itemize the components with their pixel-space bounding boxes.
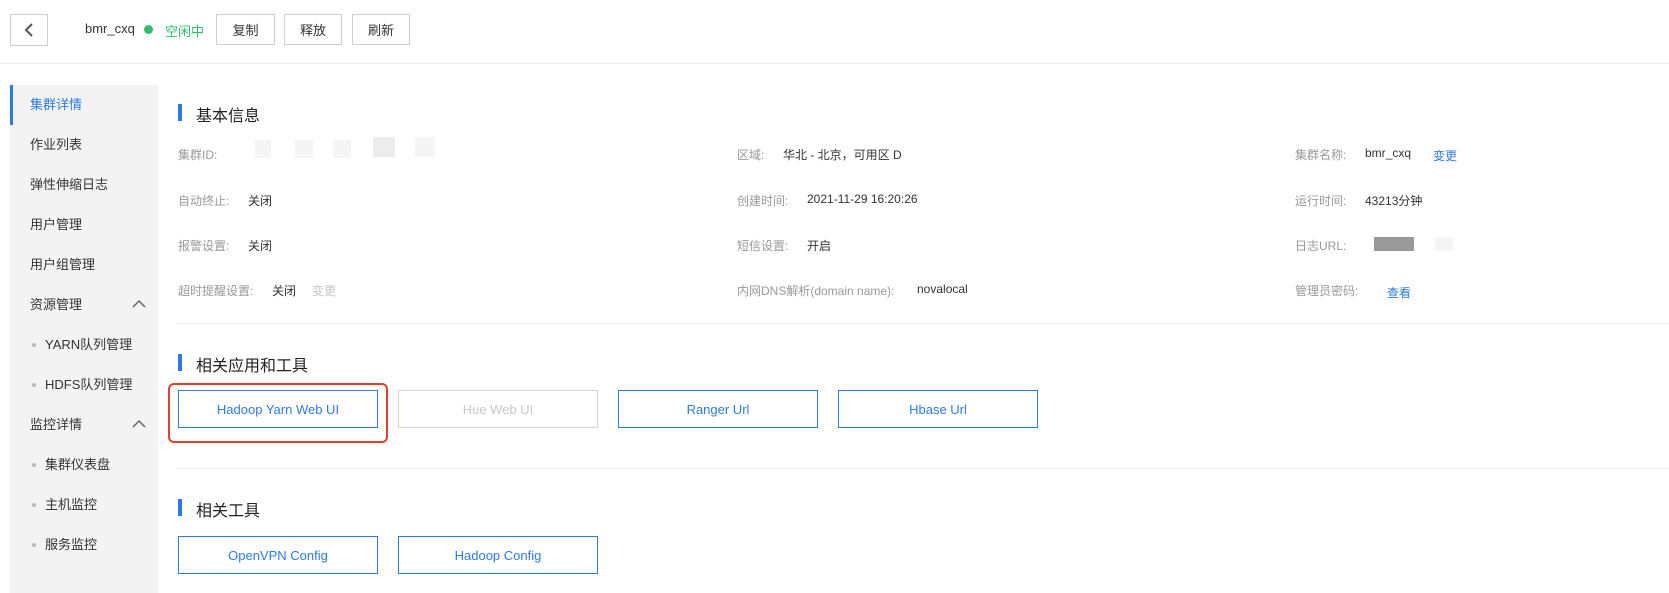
field-cluster-name: 集群名称: bmr_cxq 变更 <box>1295 146 1457 163</box>
field-runtime: 运行时间: 43213分钟 <box>1295 192 1422 209</box>
field-label: 创建时间: <box>737 194 789 208</box>
sidebar-item-label: 服务监控 <box>45 537 98 552</box>
sidebar-item-resource-management[interactable]: 资源管理 <box>10 285 158 325</box>
bullet-icon <box>32 383 36 387</box>
field-created-time: 创建时间: 2021-11-29 16:20:26 <box>737 192 918 209</box>
sidebar-item-label: YARN队列管理 <box>45 337 133 352</box>
field-sms-settings: 短信设置: 开启 <box>737 237 831 254</box>
field-value: 华北 - 北京，可用区 D <box>783 148 902 162</box>
page-header: bmr_cxq 空闲中 复制 释放 刷新 <box>0 0 1669 64</box>
field-label: 集群名称: <box>1295 148 1347 162</box>
ranger-url-button[interactable]: Ranger Url <box>618 390 818 428</box>
bullet-icon <box>32 463 36 467</box>
field-auto-stop: 自动终止: 关闭 <box>178 192 272 209</box>
sidebar-item-monitoring-details[interactable]: 监控详情 <box>10 405 158 445</box>
section-title-basic-info: 基本信息 <box>178 102 260 126</box>
sidebar-item-cluster-details[interactable]: 集群详情 <box>10 85 158 125</box>
chevron-up-icon <box>132 299 146 308</box>
field-value: novalocal <box>917 282 968 296</box>
view-password-link[interactable]: 查看 <box>1387 284 1411 301</box>
field-value: 43213分钟 <box>1365 194 1423 208</box>
field-value: 开启 <box>807 239 832 253</box>
hadoop-yarn-web-ui-button[interactable]: Hadoop Yarn Web UI <box>178 390 378 428</box>
hadoop-config-button[interactable]: Hadoop Config <box>398 536 598 574</box>
field-label: 日志URL: <box>1295 239 1347 253</box>
change-cluster-name-link[interactable]: 变更 <box>1433 147 1457 164</box>
sidebar-item-hdfs-queue[interactable]: HDFS队列管理 <box>10 365 158 405</box>
section-title-related-tools: 相关工具 <box>178 497 260 521</box>
field-label: 内网DNS解析(domain name): <box>737 284 895 298</box>
field-timeout-reminder: 超时提醒设置: 关闭 变更 <box>178 282 336 299</box>
field-alarm-settings: 报警设置: 关闭 <box>178 237 272 254</box>
change-timeout-link[interactable]: 变更 <box>312 282 336 299</box>
chevron-up-icon <box>132 419 146 428</box>
copy-button[interactable]: 复制 <box>216 14 275 45</box>
sidebar: 集群详情 作业列表 弹性伸缩日志 用户管理 用户组管理 资源管理 YARN队列管… <box>10 85 158 593</box>
field-label: 报警设置: <box>178 239 230 253</box>
divider <box>178 323 1669 324</box>
field-label: 超时提醒设置: <box>178 284 254 298</box>
sidebar-item-label: 作业列表 <box>30 137 83 152</box>
release-button[interactable]: 释放 <box>284 14 342 45</box>
bullet-icon <box>32 343 36 347</box>
section-title-related-apps: 相关应用和工具 <box>178 352 308 376</box>
sidebar-item-cluster-dashboard[interactable]: 集群仪表盘 <box>10 445 158 485</box>
refresh-button[interactable]: 刷新 <box>352 14 410 45</box>
field-cluster-id: 集群ID: <box>178 146 217 163</box>
sidebar-item-label: 监控详情 <box>30 417 83 432</box>
back-button[interactable] <box>10 14 48 46</box>
field-label: 管理员密码: <box>1295 284 1359 298</box>
field-value: 2021-11-29 16:20:26 <box>807 192 918 206</box>
cluster-name: bmr_cxq <box>85 21 135 36</box>
bullet-icon <box>32 543 36 547</box>
sidebar-item-yarn-queue[interactable]: YARN队列管理 <box>10 325 158 365</box>
field-label: 集群ID: <box>178 148 218 162</box>
status-text: 空闲中 <box>165 24 205 39</box>
field-label: 运行时间: <box>1295 194 1347 208</box>
status-dot-icon <box>144 25 153 34</box>
field-region: 区域: 华北 - 北京，可用区 D <box>737 146 902 163</box>
sidebar-item-label: 用户管理 <box>30 217 83 232</box>
field-value: 关闭 <box>248 194 273 208</box>
hbase-url-button[interactable]: Hbase Url <box>838 390 1038 428</box>
sidebar-item-label: 集群详情 <box>30 97 83 112</box>
sidebar-item-label: 资源管理 <box>30 297 83 312</box>
field-value: bmr_cxq <box>1365 146 1412 160</box>
field-label: 自动终止: <box>178 194 230 208</box>
sidebar-item-label: 集群仪表盘 <box>45 457 111 472</box>
sidebar-item-host-monitoring[interactable]: 主机监控 <box>10 485 158 525</box>
field-log-url: 日志URL: <box>1295 237 1346 254</box>
sidebar-item-job-list[interactable]: 作业列表 <box>10 125 158 165</box>
sidebar-item-label: HDFS队列管理 <box>45 377 133 392</box>
bullet-icon <box>32 503 36 507</box>
field-label: 短信设置: <box>737 239 789 253</box>
sidebar-item-user-management[interactable]: 用户管理 <box>10 205 158 245</box>
sidebar-item-label: 主机监控 <box>45 497 98 512</box>
field-value: 关闭 <box>272 284 297 298</box>
sidebar-item-user-group-management[interactable]: 用户组管理 <box>10 245 158 285</box>
field-admin-password: 管理员密码: 查看 <box>1295 282 1411 300</box>
divider <box>178 468 1669 469</box>
sidebar-item-autoscaling-log[interactable]: 弹性伸缩日志 <box>10 165 158 205</box>
sidebar-item-label: 用户组管理 <box>30 257 96 272</box>
hue-web-ui-button[interactable]: Hue Web UI <box>398 390 598 428</box>
openvpn-config-button[interactable]: OpenVPN Config <box>178 536 378 574</box>
field-dns: 内网DNS解析(domain name): novalocal <box>737 282 968 299</box>
sidebar-item-label: 弹性伸缩日志 <box>30 177 109 192</box>
sidebar-item-service-monitoring[interactable]: 服务监控 <box>10 525 158 565</box>
field-value: 关闭 <box>248 239 273 253</box>
chevron-left-icon <box>24 23 33 37</box>
field-label: 区域: <box>737 148 765 162</box>
